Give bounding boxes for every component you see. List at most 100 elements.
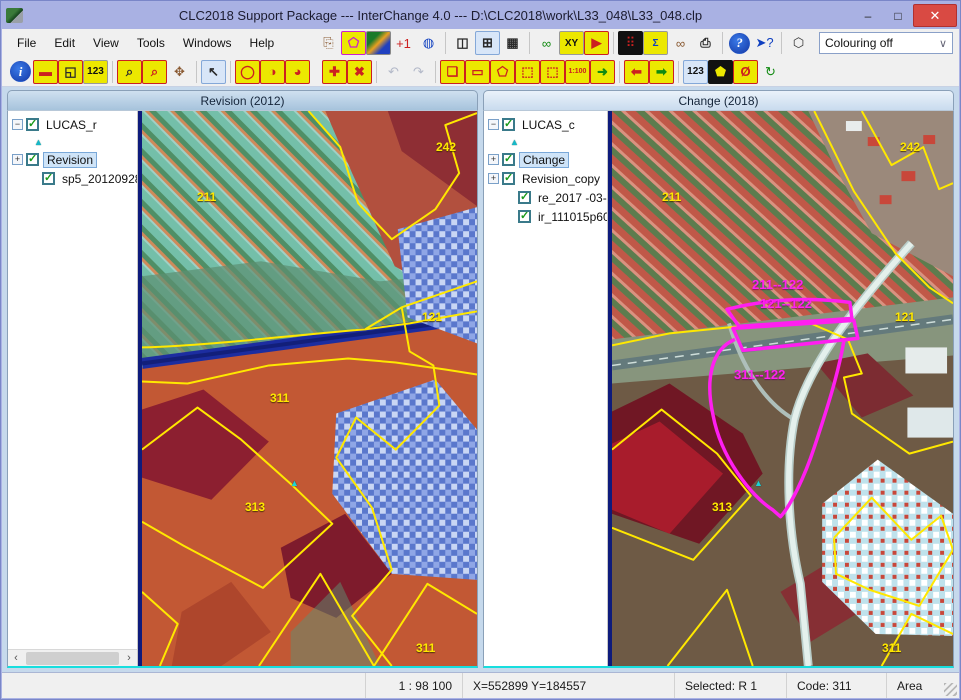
layer-label[interactable]: sp5_20120928: [59, 172, 138, 186]
layer-label[interactable]: LUCAS_c: [519, 118, 578, 132]
polygon-box-icon[interactable]: ⬠: [490, 60, 515, 84]
zoom-extent-box-icon[interactable]: ⬚: [540, 60, 565, 84]
main-area: Revision (2012) − ✓ LUCAS_r ▲ + ✓ Revisi…: [2, 87, 959, 672]
scale-1-100-icon[interactable]: 1:100: [565, 60, 590, 84]
legend-triangle-icon: ▲: [486, 134, 605, 150]
checkbox[interactable]: ✓: [502, 153, 515, 166]
layer-label[interactable]: re_2017 -03-21t: [535, 191, 608, 205]
fill-black-icon[interactable]: ⬟: [708, 60, 733, 84]
scroll-left-icon[interactable]: ‹: [8, 652, 24, 664]
code-labels-icon[interactable]: 123: [683, 60, 708, 84]
camera-icon[interactable]: ⎙: [693, 31, 718, 55]
count-123-icon[interactable]: 123: [83, 60, 108, 84]
add-change-layer-icon[interactable]: ⬠: [341, 31, 366, 55]
glasses-icon[interactable]: ∞: [668, 31, 693, 55]
ring-polygon-icon[interactable]: ◯: [235, 60, 260, 84]
menu-tools[interactable]: Tools: [128, 32, 174, 54]
menu-file[interactable]: File: [8, 32, 45, 54]
menu-edit[interactable]: Edit: [45, 32, 84, 54]
checkbox[interactable]: ✓: [42, 172, 55, 185]
attribute-table-icon[interactable]: ▦: [500, 31, 525, 55]
copy-rect-icon[interactable]: ▭: [465, 60, 490, 84]
expand-icon[interactable]: +: [488, 173, 499, 184]
context-help-icon[interactable]: ➤?: [752, 31, 777, 55]
collapse-icon[interactable]: −: [12, 119, 23, 130]
checkbox[interactable]: ✓: [518, 210, 531, 223]
checkbox[interactable]: ✓: [502, 118, 515, 131]
checkbox[interactable]: ✓: [26, 153, 39, 166]
info-icon[interactable]: i: [10, 61, 31, 82]
undo-icon[interactable]: ↶: [381, 60, 406, 84]
tree-item-change[interactable]: + ✓ Change: [486, 150, 605, 169]
resize-grip[interactable]: [944, 683, 957, 696]
add-hook-icon[interactable]: +1: [391, 31, 416, 55]
expand-icon[interactable]: +: [488, 154, 499, 165]
goto-xy-icon[interactable]: XY: [559, 31, 584, 55]
pan-hand-icon[interactable]: ✥: [167, 60, 192, 84]
measure-length-icon[interactable]: ▬: [33, 60, 58, 84]
select-record-icon[interactable]: ▶: [584, 31, 609, 55]
title-bar[interactable]: CLC2018 Support Package --- InterChange …: [2, 2, 959, 29]
statistics-icon[interactable]: Σ: [643, 31, 668, 55]
layer-label[interactable]: LUCAS_r: [43, 118, 100, 132]
minimize-button[interactable]: –: [853, 5, 883, 27]
checkbox[interactable]: ✓: [502, 172, 515, 185]
revert-icon[interactable]: ↻: [758, 60, 783, 84]
select-extent-icon[interactable]: ⬚: [515, 60, 540, 84]
menu-windows[interactable]: Windows: [174, 32, 241, 54]
map-canvas-change[interactable]: 211 242 121 313 311 211--122 121--122 31…: [608, 111, 953, 666]
scrollbar-thumb[interactable]: [26, 652, 119, 665]
add-polygon-icon[interactable]: ✚: [322, 60, 347, 84]
tree-item-re2017[interactable]: ✓ re_2017 -03-21t: [486, 188, 605, 207]
panel-revision-header[interactable]: Revision (2012): [7, 90, 478, 110]
find-binoculars-icon[interactable]: ∞: [534, 31, 559, 55]
colouring-dropdown[interactable]: Colouring off ∨: [819, 32, 953, 54]
layer-label[interactable]: Revision_copy: [519, 172, 603, 186]
checkbox[interactable]: ✓: [518, 191, 531, 204]
layout-form-icon[interactable]: ⊞: [475, 31, 500, 55]
panel-revision: Revision (2012) − ✓ LUCAS_r ▲ + ✓ Revisi…: [7, 90, 478, 668]
tree-item-ir111015[interactable]: ✓ ir_111015p6003: [486, 207, 605, 226]
redo-icon[interactable]: ↷: [406, 60, 431, 84]
maximize-button[interactable]: □: [883, 5, 913, 27]
prev-record-icon[interactable]: ⬅: [624, 60, 649, 84]
copy-overlap-icon[interactable]: ❏: [440, 60, 465, 84]
layer-label[interactable]: Revision: [43, 152, 97, 168]
measure-area-icon[interactable]: ◱: [58, 60, 83, 84]
layer-label[interactable]: Change: [519, 152, 569, 168]
map-canvas-revision[interactable]: 211 242 121 311 313 311 ▲: [138, 111, 477, 666]
next-record-icon[interactable]: ➡: [649, 60, 674, 84]
expand-icon[interactable]: +: [12, 154, 23, 165]
layer-tree-change: − ✓ LUCAS_c ▲ + ✓ Change + ✓ Revision_co…: [484, 111, 608, 666]
reshape-polygon-icon[interactable]: ◕: [285, 60, 310, 84]
layout-columns-icon[interactable]: ◫: [450, 31, 475, 55]
tree-item-revision[interactable]: + ✓ Revision: [10, 150, 135, 169]
panel-change-header[interactable]: Change (2018): [483, 90, 954, 110]
map-imagery-2012: [142, 111, 477, 666]
add-raster-layer-icon[interactable]: [366, 31, 391, 55]
split-polygon-icon[interactable]: ◑: [260, 60, 285, 84]
select-cursor-icon[interactable]: ↖: [201, 60, 226, 84]
tree-horizontal-scrollbar[interactable]: ‹ ›: [8, 649, 137, 666]
close-button[interactable]: ✕: [913, 4, 957, 27]
globe-icon[interactable]: ◍: [416, 31, 441, 55]
cancel-polygon-icon[interactable]: Ø: [733, 60, 758, 84]
tree-item-lucas-c[interactable]: − ✓ LUCAS_c: [486, 115, 605, 134]
collapse-icon[interactable]: −: [488, 119, 499, 130]
apply-step-icon[interactable]: ➜: [590, 60, 615, 84]
menu-help[interactable]: Help: [241, 32, 284, 54]
zoom-drag-icon[interactable]: ⌕: [142, 60, 167, 84]
help-icon[interactable]: ?: [729, 33, 750, 54]
checkbox[interactable]: ✓: [26, 118, 39, 131]
tree-item-revision-copy[interactable]: + ✓ Revision_copy: [486, 169, 605, 188]
zoom-box-icon[interactable]: ⌕: [117, 60, 142, 84]
tree-item-lucas-r[interactable]: − ✓ LUCAS_r: [10, 115, 135, 134]
scroll-right-icon[interactable]: ›: [121, 652, 137, 664]
legend-colors-icon[interactable]: ⠿: [618, 31, 643, 55]
tree-item-sp5[interactable]: ✓ sp5_20120928: [10, 169, 135, 188]
region-outline-icon[interactable]: ⬡: [786, 31, 811, 55]
export-layers-icon[interactable]: ⎘: [316, 31, 341, 55]
menu-view[interactable]: View: [84, 32, 128, 54]
layer-label[interactable]: ir_111015p6003: [535, 210, 608, 224]
delete-polygon-icon[interactable]: ✖: [347, 60, 372, 84]
